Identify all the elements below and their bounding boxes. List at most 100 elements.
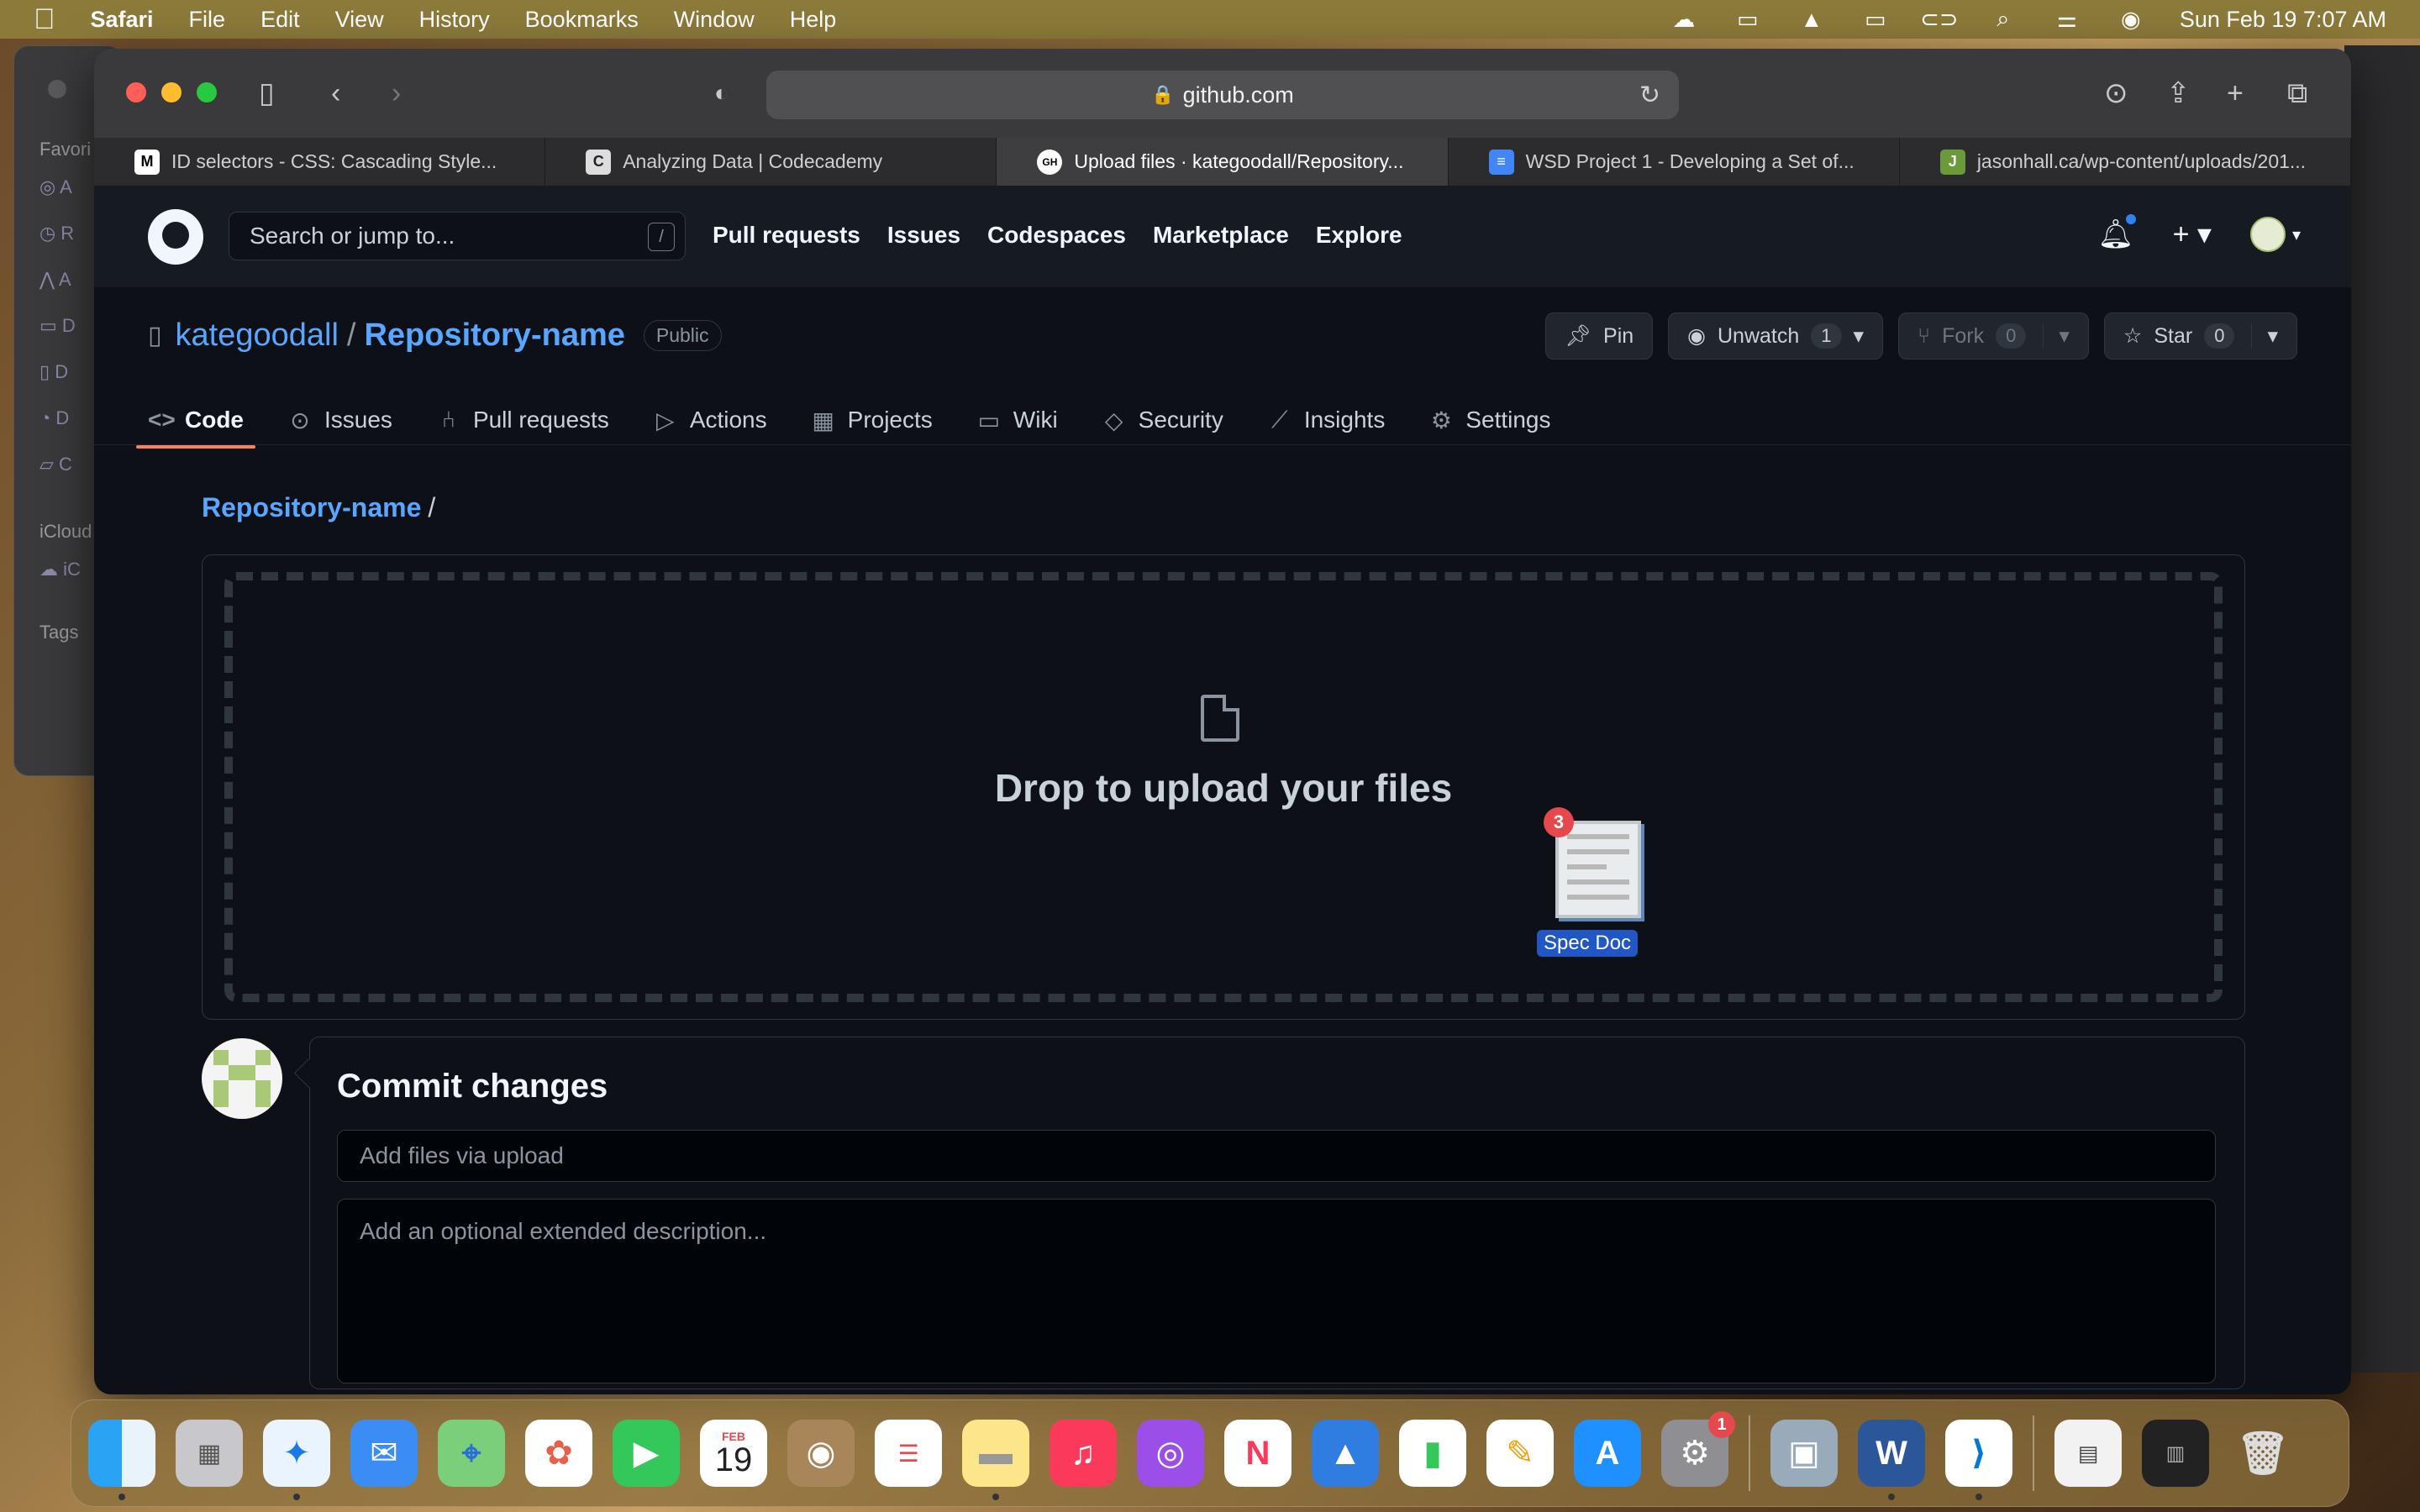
calendar-icon[interactable]: FEB 19 [700,1420,767,1487]
menu-help[interactable]: Help [790,7,837,33]
tab-code[interactable]: <> Code [136,395,255,449]
podcasts-icon[interactable]: ◎ [1137,1420,1204,1487]
keynote-icon[interactable]: ▲ [1312,1420,1379,1487]
nav-marketplace[interactable]: Marketplace [1153,222,1289,249]
tab-actions[interactable]: ▷ Actions [653,395,767,445]
address-bar[interactable]: 🔒 github.com ↻ [766,71,1679,119]
maps-icon[interactable]: ⌖ [438,1420,505,1487]
numbers-icon[interactable]: ▮ [1399,1420,1466,1487]
forward-arrow-icon[interactable]: › [392,79,401,108]
user-menu[interactable]: ▾ [2249,217,2301,252]
siri-icon[interactable]: ◉ [2116,7,2146,32]
nav-issues[interactable]: Issues [887,222,960,249]
file-dropzone[interactable]: Drop to upload your files 3 Spec Doc [202,554,2245,1020]
chevron-down-icon[interactable]: ▾ [2251,323,2278,349]
nav-pull-requests[interactable]: Pull requests [713,222,860,249]
document-stack-icon[interactable]: ▤ [2054,1420,2122,1487]
running-indicator [293,1494,300,1500]
tab-insights[interactable]: ⟋ Insights [1267,395,1385,445]
safari-icon[interactable]: ✦ [263,1420,330,1500]
window-icon[interactable]: ▭ [1733,7,1763,32]
browser-tab[interactable]: C Analyzing Data | Codecademy [545,138,997,186]
facetime-icon[interactable]: ▶ [613,1420,680,1487]
repo-name-link[interactable]: Repository-name [364,318,624,354]
music-icon[interactable]: ♫ [1050,1420,1117,1487]
back-arrow-icon[interactable]: ‹ [331,79,340,108]
commit-summary-input[interactable]: Add files via upload [337,1130,2216,1182]
mdn-favicon-icon: M [134,149,160,175]
menu-view[interactable]: View [335,7,384,33]
notifications-bell-icon[interactable]: 🔔︎ [2097,213,2138,251]
mail-icon[interactable]: ✉ [350,1420,418,1487]
browser-tab[interactable]: M ID selectors - CSS: Cascading Style... [94,138,546,186]
repo-owner-link[interactable]: kategoodall [176,318,339,354]
notes-icon[interactable]: ▬ [962,1420,1029,1500]
launchpad-icon[interactable]: ▦ [176,1420,243,1487]
trash-icon[interactable]: 🗑︎ [2229,1420,2296,1487]
tab-bar: M ID selectors - CSS: Cascading Style...… [94,138,2351,186]
breadcrumb-repo-link[interactable]: Repository-name [202,492,421,522]
menu-history[interactable]: History [419,7,490,33]
drive-icon[interactable]: ▲ [1797,7,1827,32]
cloud-sync-icon[interactable]: ☁ [1669,7,1699,32]
tab-settings[interactable]: ⚙ Settings [1428,395,1551,445]
pages-icon[interactable]: ✎ [1486,1420,1554,1487]
battery-icon[interactable]: ▭ [1860,7,1891,32]
chevron-down-icon[interactable]: ▾ [2043,323,2070,349]
news-icon[interactable]: N [1224,1420,1292,1487]
tab-overview-icon[interactable]: ⧉ [2287,79,2307,108]
create-new-plus-icon[interactable]: + ▾ [2173,218,2212,251]
app-store-icon[interactable]: A [1574,1420,1641,1487]
minimize-window-button[interactable] [161,82,182,102]
system-preferences-icon[interactable]: ⚙ 1 [1661,1411,1735,1487]
preview-icon[interactable]: ▣ [1770,1420,1838,1487]
browser-tab[interactable]: ≡ WSD Project 1 - Developing a Set of... [1449,138,1900,186]
contacts-icon[interactable]: ◉ [787,1420,855,1487]
github-logo-icon[interactable] [148,209,203,265]
downloads-icon[interactable]: ⊙ [2104,79,2128,108]
menu-clock[interactable]: Sun Feb 19 7:07 AM [2180,7,2386,33]
menu-edit[interactable]: Edit [260,7,300,33]
reminders-icon[interactable]: ☰ [875,1420,942,1487]
finder-icon[interactable] [88,1420,155,1500]
search-shortcut-key: / [648,223,675,251]
tab-security-label: Security [1138,407,1223,433]
browser-tab[interactable]: J jasonhall.ca/wp-content/uploads/201... [1900,138,2351,186]
tab-wiki[interactable]: ▭ Wiki [976,395,1058,445]
control-center-icon[interactable]: ⚌ [2052,7,2082,32]
menu-bookmarks[interactable]: Bookmarks [525,7,639,33]
new-tab-icon[interactable]: + [2227,79,2244,108]
vscode-icon[interactable]: ⟩ [1945,1420,2012,1500]
watch-button[interactable]: ◉ Unwatch 1 ▾ [1668,312,1884,360]
nav-explore[interactable]: Explore [1316,222,1402,249]
fork-button[interactable]: ⑂ Fork 0 ▾ [1898,312,2089,360]
browser-tab-active[interactable]: GH Upload files · kategoodall/Repository… [997,138,1449,186]
tab-pull-requests[interactable]: ⑃ Pull requests [436,395,609,445]
screenshot-stack-icon[interactable]: ▥ [2142,1420,2209,1487]
pin-button[interactable]: 📌︎ Pin [1545,312,1654,360]
apple-menu-icon[interactable]:  [34,3,55,36]
word-icon[interactable]: W [1858,1420,1925,1500]
play-icon: ▷ [656,407,675,433]
menu-file[interactable]: File [189,7,226,33]
close-window-button[interactable] [126,82,146,102]
issue-icon: ⊙ [290,407,310,433]
commit-description-textarea[interactable]: Add an optional extended description... [337,1199,2216,1383]
link-icon[interactable]: ⊂⊃ [1920,7,1958,32]
search-input[interactable]: Search or jump to... / [229,212,686,260]
tab-security[interactable]: ◇ Security [1102,395,1223,445]
photos-icon[interactable]: ✿ [525,1420,592,1487]
privacy-shield-icon[interactable]: ◐ [714,79,729,108]
lock-icon: 🔒 [1151,84,1175,105]
star-button[interactable]: ☆ Star 0 ▾ [2103,312,2297,360]
sidebar-toggle-icon[interactable]: ▯ [259,79,275,108]
zoom-window-button[interactable] [197,82,217,102]
spotlight-search-icon[interactable]: ⌕ [1988,6,2018,31]
tab-issues[interactable]: ⊙ Issues [287,395,392,445]
share-icon[interactable]: ⇪ [2166,79,2191,108]
menu-app-name[interactable]: Safari [91,7,154,33]
reload-icon[interactable]: ↻ [1639,81,1660,110]
nav-codespaces[interactable]: Codespaces [987,222,1126,249]
menu-window[interactable]: Window [674,7,755,33]
tab-projects[interactable]: ▦ Projects [811,395,932,445]
